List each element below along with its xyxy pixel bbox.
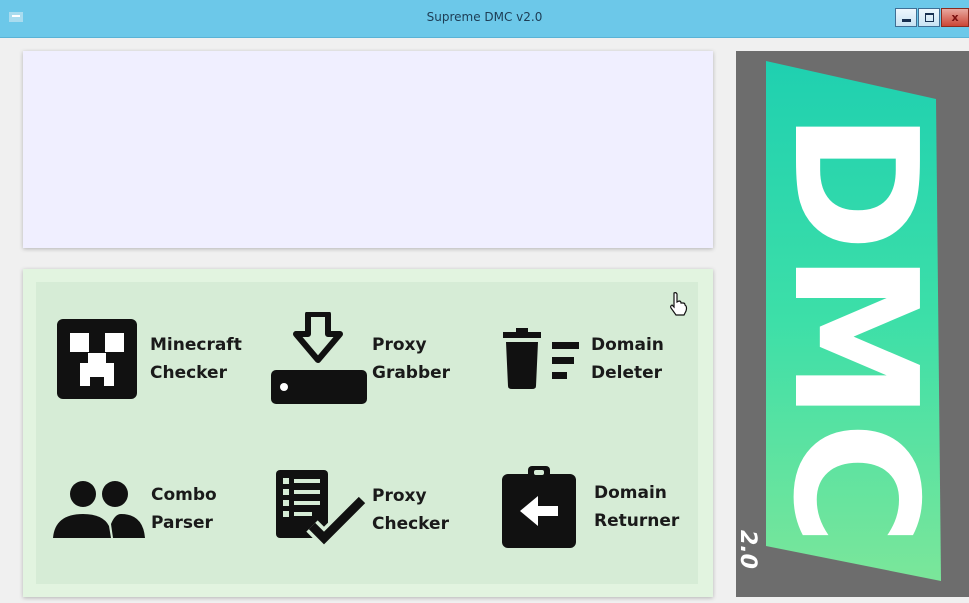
title-bar[interactable]: Supreme DMC v2.0 x xyxy=(0,0,969,38)
output-panel[interactable] xyxy=(23,51,713,248)
combo-parser-label: Combo Parser xyxy=(151,485,217,533)
close-button[interactable]: x xyxy=(941,8,969,27)
version-label: 2.0 xyxy=(735,530,760,569)
domain-deleter-label: Domain Deleter xyxy=(591,335,664,383)
clipboard-arrow-icon xyxy=(502,466,576,548)
proxy-checker-button[interactable]: Proxy Checker xyxy=(276,470,449,550)
users-icon xyxy=(53,481,145,538)
minimize-icon xyxy=(901,19,911,22)
proxy-checker-label: Proxy Checker xyxy=(372,486,449,534)
domain-returner-label: Domain Returner xyxy=(594,483,680,531)
download-icon xyxy=(271,312,367,404)
close-icon: x xyxy=(951,11,959,24)
proxy-grabber-label: Proxy Grabber xyxy=(372,335,451,383)
trash-list-icon xyxy=(503,328,579,389)
window-controls: x xyxy=(894,8,969,27)
window-title: Supreme DMC v2.0 xyxy=(426,10,543,24)
maximize-icon xyxy=(924,13,934,22)
domain-returner-button[interactable]: Domain Returner xyxy=(502,466,679,548)
hand-cursor-icon xyxy=(670,292,688,316)
logo-panel: DMC xyxy=(736,51,969,597)
maximize-button[interactable] xyxy=(918,8,940,27)
dmc-logo: DMC xyxy=(755,61,953,581)
combo-parser-button[interactable]: Combo Parser xyxy=(53,478,217,540)
checklist-icon xyxy=(276,470,366,550)
minecraft-checker-label: Minecraft Checker xyxy=(150,335,242,383)
domain-deleter-button[interactable]: Domain Deleter xyxy=(499,328,664,390)
minecraft-checker-button[interactable]: Minecraft Checker xyxy=(57,319,242,399)
proxy-grabber-button[interactable]: Proxy Grabber xyxy=(270,312,450,406)
minimize-button[interactable] xyxy=(895,8,917,27)
creeper-icon xyxy=(57,319,137,399)
logo-text: DMC xyxy=(755,111,953,546)
